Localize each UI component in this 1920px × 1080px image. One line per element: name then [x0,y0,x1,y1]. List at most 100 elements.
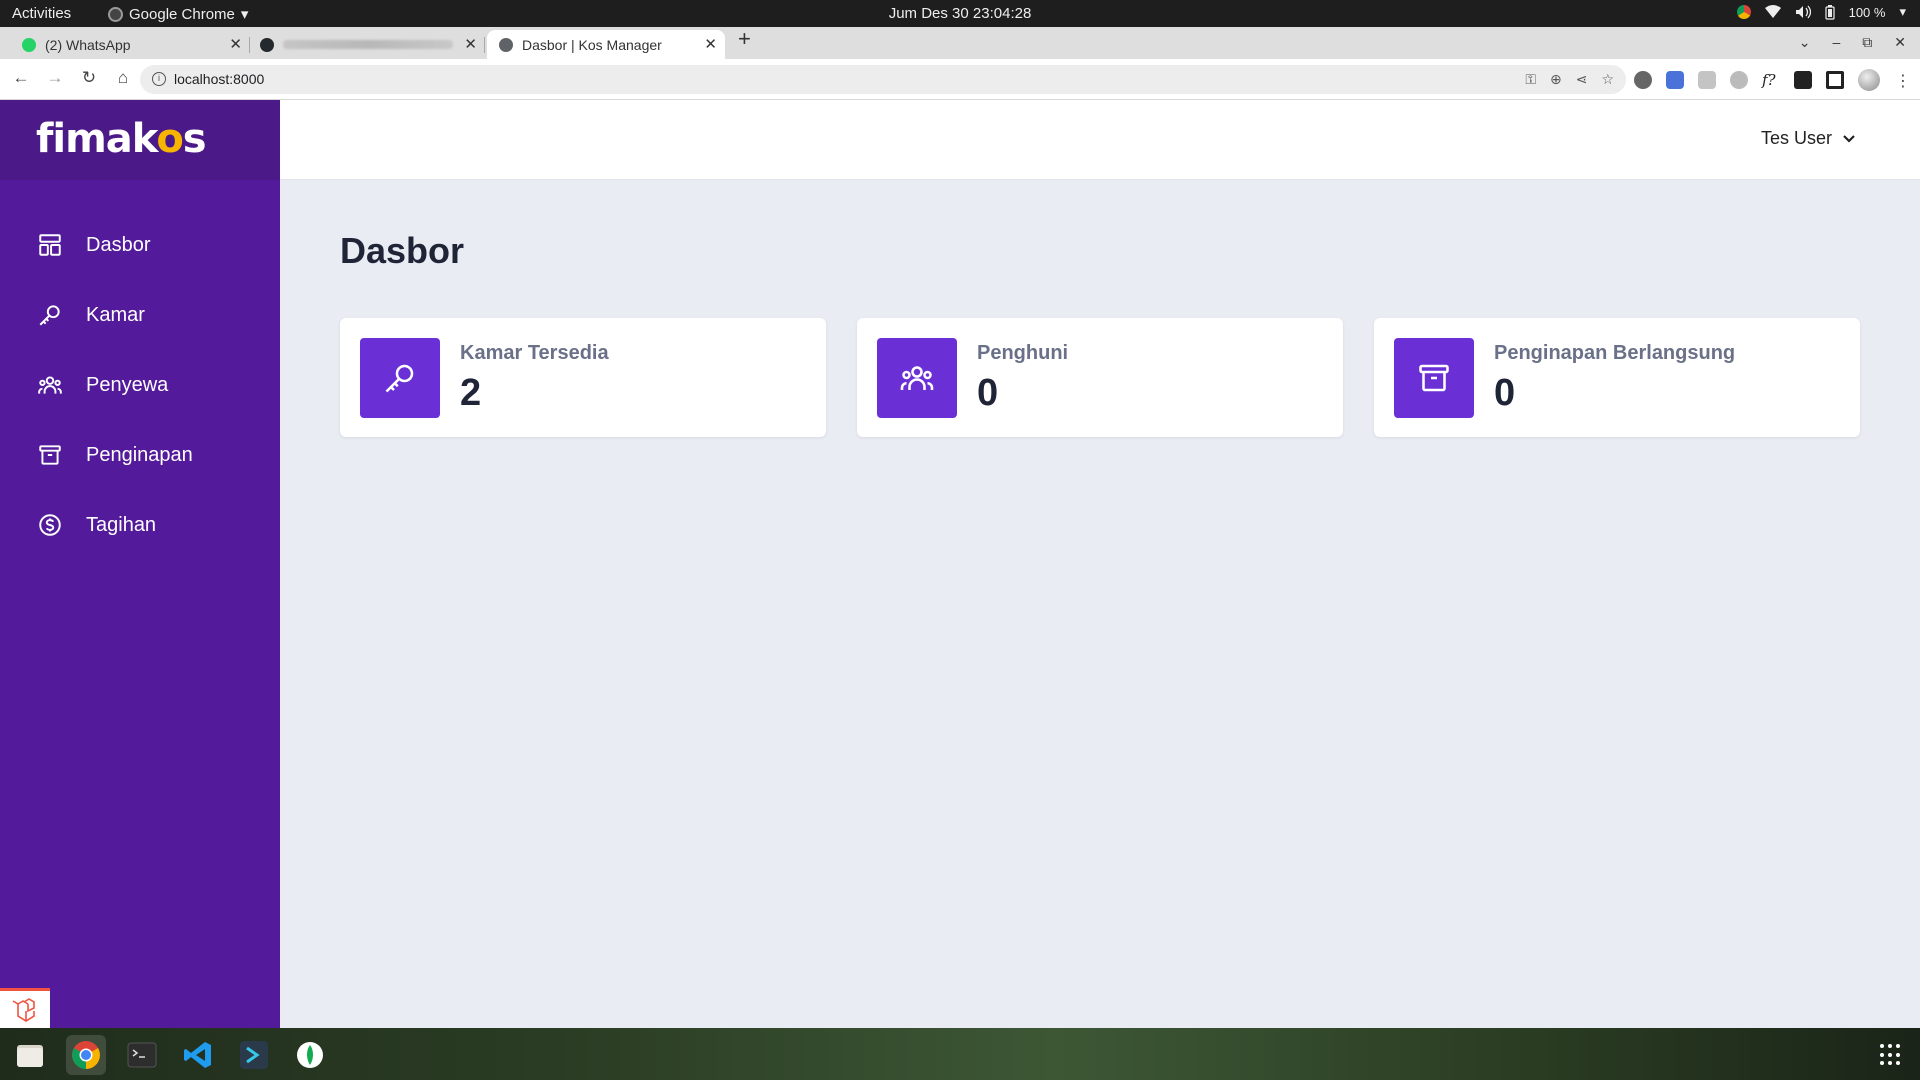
sidebar-item-label: Tagihan [86,513,157,536]
sidebar-item-label: Penginapan [86,443,193,466]
stat-label: Penginapan Berlangsung [1494,342,1736,364]
tab-dasbor[interactable]: Dasbor | Kos Manager ✕ [487,30,725,59]
stat-value: 0 [1494,372,1516,414]
tab-label: (2) WhatsApp [45,36,131,53]
close-icon[interactable]: ✕ [704,35,717,53]
files-icon[interactable] [10,1035,50,1075]
brand-bar: fimakos [0,100,280,180]
system-top-bar: Activities Google Chrome ▾ Jum Des 30 23… [0,0,1920,27]
globe-icon[interactable] [1730,71,1748,89]
close-icon[interactable]: ✕ [229,35,242,53]
user-menu[interactable]: Tes User [1761,128,1856,149]
extension-icon[interactable] [1698,71,1716,89]
stat-icon-box [1394,338,1474,418]
minimize-icon[interactable]: – [1832,34,1840,51]
archive-icon [1419,364,1449,392]
github-icon [260,37,274,52]
close-icon[interactable]: ✕ [464,35,477,53]
chevron-down-icon: ▾ [1899,4,1906,19]
stat-label: Penghuni [977,342,1069,364]
chrome-tray-icon[interactable] [1736,5,1751,19]
terminal-icon[interactable] [122,1035,162,1075]
stat-icon-box [360,338,440,418]
battery-label: 100 % [1848,4,1886,20]
page-title: Dasbor [340,230,465,271]
sidebar-item-dasbor[interactable]: Dasbor [0,210,280,280]
address-bar[interactable]: i localhost:8000 ⚿ ⊕ ⋖ ☆ [140,65,1626,94]
dock [0,1028,1920,1080]
app-header: Tes User [280,100,1920,180]
stat-label: Kamar Tersedia [460,342,609,364]
tab-github[interactable]: ✕ [250,30,485,59]
mongodb-compass-icon[interactable] [290,1035,330,1075]
key-icon [385,364,414,393]
sidebar-item-label: Dasbor [86,233,151,256]
forward-icon[interactable]: → [46,68,64,87]
new-tab-button[interactable]: + [738,26,751,52]
stat-cards: Kamar Tersedia 2 Penghuni 0 Penginapan B… [340,318,1860,437]
back-icon[interactable]: ← [12,68,30,87]
reload-icon[interactable]: ↻ [80,68,98,87]
browser-toolbar: ← → ↻ ⌂ i localhost:8000 ⚿ ⊕ ⋖ ☆ f? ⋮ [0,59,1920,100]
chevron-down-icon [1843,134,1855,143]
profile-avatar[interactable] [1858,69,1880,91]
system-tray[interactable]: 100 % ▾ [1736,4,1906,20]
sidebar-item-label: Kamar [86,303,145,326]
tab-search-icon[interactable]: ⌄ [1799,34,1811,51]
sidebar-item-penyewa[interactable]: Penyewa [0,350,280,420]
sidebar-item-kamar[interactable]: Kamar [0,280,280,350]
user-name: Tes User [1760,128,1832,148]
omnibox-actions: ⚿ ⊕ ⋖ ☆ [1525,71,1614,88]
translate-icon[interactable] [1666,71,1684,89]
laravel-icon[interactable] [0,988,50,1028]
info-icon[interactable]: i [152,72,166,86]
stat-card-kamar-tersedia: Kamar Tersedia 2 [340,318,826,437]
main-content: Dasbor [340,230,464,272]
tab-whatsapp[interactable]: (2) WhatsApp ✕ [10,30,250,59]
stat-value: 0 [977,372,999,414]
chrome-icon[interactable] [66,1035,106,1075]
volume-icon [1795,5,1811,19]
url-text[interactable]: localhost:8000 [174,71,264,87]
close-window-icon[interactable]: ✕ [1894,34,1906,51]
dock-apps [10,1035,330,1075]
extensions-bar: f? ⋮ [1634,69,1912,91]
archive-icon [39,445,61,465]
terminus-icon[interactable] [234,1035,274,1075]
browser-tab-strip: (2) WhatsApp ✕ ✕ Dasbor | Kos Manager ✕ … [0,26,1920,59]
wifi-icon [1764,5,1781,18]
nav-buttons: ← → ↻ ⌂ [12,68,132,87]
tab-label: Dasbor | Kos Manager [522,36,662,53]
sidebar-item-penginapan[interactable]: Penginapan [0,420,280,490]
window-controls: ⌄ – ⧉ ✕ [1799,34,1906,51]
users-icon [900,366,934,390]
sidebar-item-label: Penyewa [86,373,169,396]
whatsapp-icon [22,37,36,52]
stat-card-penghuni: Penghuni 0 [857,318,1343,437]
more-icon[interactable]: ⋮ [1894,71,1912,90]
stat-card-penginapan-berlangsung: Penginapan Berlangsung 0 [1374,318,1860,437]
tab-label-blurred [283,40,453,49]
sidebar-item-tagihan[interactable]: Tagihan [0,490,280,560]
battery-icon [1824,4,1835,20]
share-icon[interactable]: ⋖ [1576,71,1588,88]
sidebar: fimakos Dasbor Kamar Penyewa Penginapan … [0,100,280,1028]
star-icon[interactable]: ☆ [1601,71,1614,88]
sidebar-menu: Dasbor Kamar Penyewa Penginapan Tagihan [0,210,280,560]
formula-icon[interactable]: f? [1762,71,1780,89]
show-apps-icon[interactable] [1880,1044,1902,1066]
vscode-icon[interactable] [178,1035,218,1075]
logo[interactable]: fimakos [36,116,207,162]
zoom-icon[interactable]: ⊕ [1550,71,1562,88]
dashboard-icon [39,234,61,256]
dollar-icon [39,514,61,536]
stat-value: 2 [460,372,482,414]
sidepanel-icon[interactable] [1826,71,1844,89]
extension-icon[interactable] [1634,71,1652,89]
puzzle-icon[interactable] [1794,71,1812,89]
home-icon[interactable]: ⌂ [114,68,132,87]
restore-icon[interactable]: ⧉ [1862,34,1872,51]
users-icon [38,376,62,394]
key-icon[interactable]: ⚿ [1525,71,1536,88]
clock[interactable]: Jum Des 30 23:04:28 [0,5,1920,22]
